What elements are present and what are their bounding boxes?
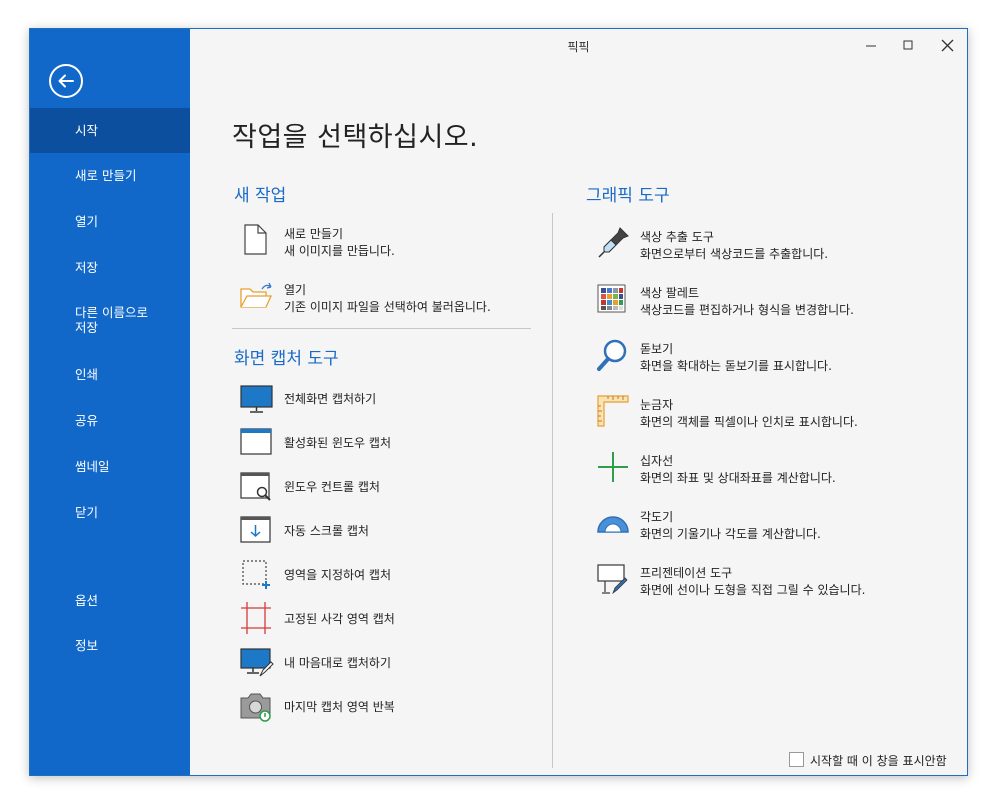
active-window-icon	[240, 428, 272, 455]
capture-active-window-title: 활성화된 윈도우 캡처	[284, 436, 391, 450]
close-button[interactable]	[932, 35, 962, 55]
column-divider	[552, 213, 553, 768]
tool-magnifier-desc: 화면을 확대하는 돋보기를 표시합니다.	[640, 359, 832, 373]
sidebar-item-save-as[interactable]: 다른 이름으로 저장	[30, 305, 190, 335]
hide-on-startup-label: 시작할 때 이 창을 표시안함	[810, 754, 947, 768]
tool-presentation-desc: 화면에 선이나 도형을 직접 그릴 수 있습니다.	[640, 583, 866, 597]
sidebar-item-print[interactable]: 인쇄	[30, 367, 190, 382]
repeat-camera-icon	[240, 693, 271, 722]
open-file-item[interactable]: 열기 기존 이미지 파일을 선택하여 불러옵니다.	[240, 279, 530, 315]
window-title: 픽픽	[567, 40, 590, 54]
new-file-title: 새로 만들기	[284, 227, 344, 241]
capture-repeat-item[interactable]: 마지막 캡처 영역 반복	[240, 689, 530, 723]
tool-ruler-title: 눈금자	[640, 398, 674, 412]
capture-fullscreen-item[interactable]: 전체화면 캡처하기	[240, 381, 530, 415]
whiteboard-pen-icon	[597, 564, 628, 595]
sidebar-item-share[interactable]: 공유	[30, 413, 190, 428]
monitor-icon	[240, 385, 273, 413]
tool-crosshair-desc: 화면의 좌표 및 상대좌표를 계산합니다.	[640, 471, 836, 485]
capture-freehand-title: 내 마음대로 캡처하기	[284, 656, 391, 670]
eyedropper-icon	[598, 227, 629, 258]
open-file-desc: 기존 이미지 파일을 선택하여 불러옵니다.	[284, 300, 491, 314]
capture-fixed-rect-item[interactable]: 고정된 사각 영역 캡처	[240, 601, 530, 635]
ruler-icon	[597, 395, 629, 427]
tool-protractor-title: 각도기	[640, 510, 674, 524]
hide-on-startup-checkbox[interactable]	[789, 752, 804, 767]
tool-ruler-desc: 화면의 객체를 픽셀이나 인치로 표시합니다.	[640, 415, 858, 429]
tool-presentation-item[interactable]: 프리젠테이션 도구 화면에 선이나 도형을 직접 그릴 수 있습니다.	[596, 562, 926, 598]
sidebar-item-about[interactable]: 정보	[30, 638, 190, 653]
tool-crosshair-title: 십자선	[640, 454, 674, 468]
sidebar-item-save[interactable]: 저장	[30, 260, 190, 275]
close-icon	[941, 39, 954, 52]
capture-active-window-item[interactable]: 활성화된 윈도우 캡처	[240, 425, 530, 459]
tool-presentation-title: 프리젠테이션 도구	[640, 566, 733, 580]
fixed-rect-icon	[241, 602, 271, 634]
sidebar-item-close[interactable]: 닫기	[30, 505, 190, 520]
tool-protractor-item[interactable]: 각도기 화면의 기울기나 각도를 계산합니다.	[596, 506, 926, 542]
capture-window-control-title: 윈도우 컨트롤 캡처	[284, 480, 380, 494]
capture-window-control-item[interactable]: 윈도우 컨트롤 캡처	[240, 469, 530, 503]
region-select-icon	[242, 560, 270, 589]
tool-color-palette-title: 색상 팔레트	[640, 286, 700, 300]
magnifier-icon	[597, 339, 627, 371]
sidebar-item-options[interactable]: 옵션	[30, 593, 190, 608]
tool-protractor-desc: 화면의 기울기나 각도를 계산합니다.	[640, 527, 821, 541]
tool-magnifier-title: 돋보기	[640, 342, 674, 356]
sidebar-item-start[interactable]: 시작	[30, 108, 190, 153]
capture-freehand-item[interactable]: 내 마음대로 캡처하기	[240, 645, 530, 679]
palette-icon	[597, 284, 626, 313]
tool-color-picker-item[interactable]: 색상 추출 도구 화면으로부터 색상코드를 추출합니다.	[596, 226, 926, 262]
new-file-item[interactable]: 새로 만들기 새 이미지를 만듭니다.	[240, 223, 530, 259]
capture-fixed-rect-title: 고정된 사각 영역 캡처	[284, 612, 395, 626]
maximize-button[interactable]	[893, 35, 923, 55]
section-title-graphic: 그래픽 도구	[586, 186, 670, 206]
new-file-desc: 새 이미지를 만듭니다.	[284, 244, 395, 258]
minimize-button[interactable]	[856, 35, 886, 55]
tool-color-palette-desc: 색상코드를 편집하거나 형식을 변경합니다.	[640, 303, 854, 317]
maximize-icon	[903, 40, 913, 50]
capture-region-title: 영역을 지정하여 캡처	[284, 568, 391, 582]
freehand-icon	[240, 648, 274, 677]
back-arrow-icon	[58, 74, 74, 88]
tool-ruler-item[interactable]: 눈금자 화면의 객체를 픽셀이나 인치로 표시합니다.	[596, 394, 926, 430]
capture-scroll-item[interactable]: 자동 스크롤 캡처	[240, 513, 530, 547]
capture-region-item[interactable]: 영역을 지정하여 캡처	[240, 557, 530, 591]
section-title-new-task: 새 작업	[234, 186, 287, 206]
sidebar-item-thumbnail[interactable]: 썸네일	[30, 459, 190, 474]
scroll-capture-icon	[240, 516, 271, 543]
new-file-icon	[244, 224, 267, 255]
tool-color-picker-desc: 화면으로부터 색상코드를 추출합니다.	[640, 247, 829, 261]
tool-color-palette-item[interactable]: 색상 팔레트 색상코드를 편집하거나 형식을 변경합니다.	[596, 282, 926, 318]
page-title: 작업을 선택하십시오.	[232, 122, 479, 153]
sidebar-item-new[interactable]: 새로 만들기	[30, 168, 190, 183]
tool-magnifier-item[interactable]: 돋보기 화면을 확대하는 돋보기를 표시합니다.	[596, 338, 926, 374]
section-title-capture: 화면 캡처 도구	[234, 349, 339, 369]
sidebar: 시작 새로 만들기 열기 저장 다른 이름으로 저장 인쇄 공유 썸네일 닫기 …	[30, 29, 190, 775]
app-window: 시작 새로 만들기 열기 저장 다른 이름으로 저장 인쇄 공유 썸네일 닫기 …	[29, 28, 968, 776]
tool-crosshair-item[interactable]: 십자선 화면의 좌표 및 상대좌표를 계산합니다.	[596, 450, 926, 486]
crosshair-icon	[598, 452, 628, 482]
open-folder-icon	[240, 282, 273, 308]
protractor-icon	[597, 516, 629, 533]
minimize-icon	[866, 45, 876, 47]
capture-fullscreen-title: 전체화면 캡처하기	[284, 392, 377, 406]
capture-scroll-title: 자동 스크롤 캡처	[284, 524, 369, 538]
section-divider	[232, 328, 531, 329]
open-file-title: 열기	[284, 283, 307, 297]
window-control-icon	[240, 472, 271, 501]
back-button[interactable]	[49, 64, 83, 98]
sidebar-item-open[interactable]: 열기	[30, 214, 190, 229]
tool-color-picker-title: 색상 추출 도구	[640, 230, 714, 244]
capture-repeat-title: 마지막 캡처 영역 반복	[284, 700, 395, 714]
